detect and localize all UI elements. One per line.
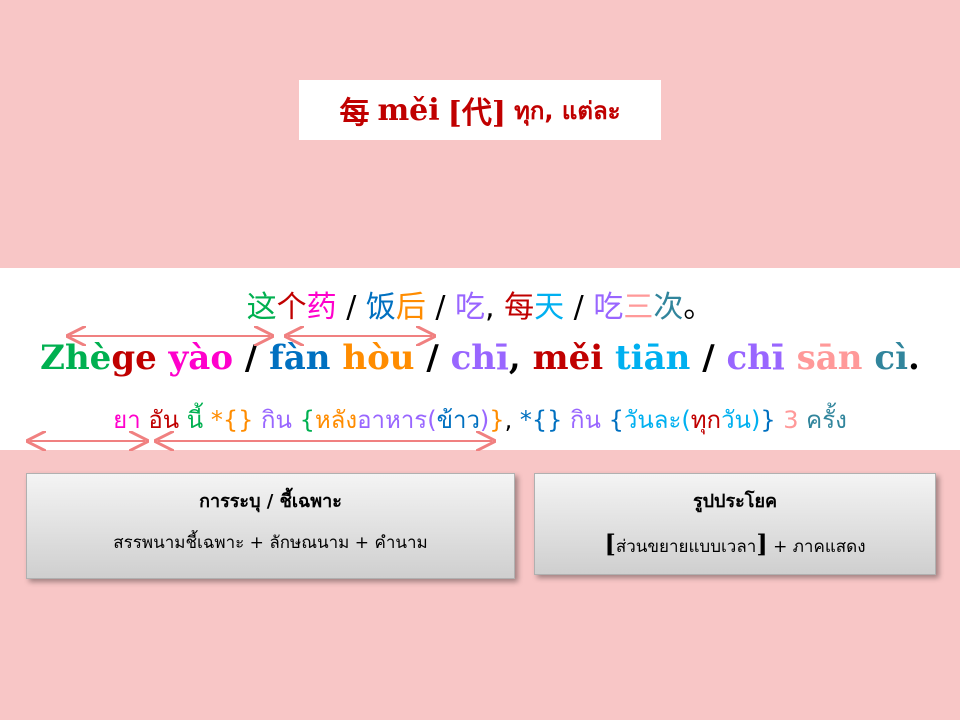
thai-segment: 3 — [783, 406, 807, 434]
thai-segment: วันละ( — [623, 406, 691, 434]
bracket-open: [ — [604, 529, 616, 558]
hanzi-segment: 次 — [653, 290, 684, 325]
box-specify-heading: การระบุ / ชี้เฉพาะ — [199, 491, 342, 512]
thai-segment: นี้ — [186, 406, 211, 434]
thai-segment: { — [608, 406, 624, 434]
box-pattern-heading: รูปประโยค — [692, 491, 778, 512]
thai-segment: ทุก — [690, 406, 722, 434]
pinyin-segment: hòu — [330, 338, 415, 378]
hanzi-segment: 这 — [246, 290, 277, 325]
thai-segment: *{} — [519, 406, 571, 434]
pinyin-segment: / — [233, 338, 270, 378]
hanzi-segment: 个 — [276, 290, 307, 325]
hanzi-segment: 三 — [623, 290, 654, 325]
box-specify: การระบุ / ชี้เฉพาะ สรรพนามชี้เฉพาะ + ลัก… — [26, 473, 515, 579]
title-pinyin: měi — [377, 92, 440, 128]
hanzi-segment: 。 — [683, 290, 714, 325]
thai-segment: กิน — [570, 406, 609, 434]
thai-segment: ข้าว — [436, 406, 480, 434]
box-specify-body: สรรพนามชี้เฉพาะ + ลักษณนาม + คำนาม — [113, 533, 428, 553]
pinyin-segment: yào — [156, 338, 234, 378]
box-pattern-tail: + ภาคแสดง — [767, 537, 866, 557]
pinyin-segment: / — [690, 338, 727, 378]
thai-translation: ยา อัน นี้ *{} กิน {หลังอาหาร(ข้าว)}, *{… — [0, 400, 960, 439]
hanzi-sentence: 这个药 / 饭后 / 吃, 每天 / 吃三次。 — [0, 282, 960, 326]
pinyin-segment: ge — [111, 338, 157, 378]
thai-segment: { — [299, 406, 315, 434]
thai-segment: } — [489, 406, 505, 434]
thai-segment: , — [504, 406, 520, 434]
box-sentence-pattern: รูปประโยค [ส่วนขยายแบบเวลา] + ภาคแสดง — [534, 473, 936, 575]
title-pos: [代] — [447, 96, 507, 131]
bracket-close: ] — [756, 529, 768, 558]
pinyin-segment: měi — [532, 338, 604, 378]
hanzi-segment: , — [485, 290, 505, 325]
thai-segment: } — [760, 406, 784, 434]
title-thai: ทุก, แต่ละ — [514, 96, 621, 125]
hanzi-segment: 饭 — [365, 290, 396, 325]
thai-segment: วัน — [721, 406, 751, 434]
thai-segment: *{} — [210, 406, 261, 434]
hanzi-segment: 天 — [534, 290, 565, 325]
hanzi-segment: 后 — [395, 290, 426, 325]
pinyin-sentence: Zhège yào / fàn hòu / chī, měi tiān / ch… — [0, 338, 960, 378]
thai-segment: อาหาร( — [357, 406, 437, 434]
pinyin-segment: sān — [784, 338, 863, 378]
hanzi-segment: / — [336, 290, 366, 325]
pinyin-segment: , — [508, 338, 533, 378]
thai-segment: ) — [479, 406, 490, 434]
pinyin-segment: chī — [450, 338, 509, 378]
title-box: 每 měi [代] ทุก, แต่ละ — [299, 80, 661, 140]
hanzi-segment: / — [425, 290, 456, 325]
pinyin-segment: tiān — [603, 338, 691, 378]
title-hanzi: 每 — [339, 96, 370, 131]
hanzi-segment: 吃 — [455, 290, 486, 325]
pinyin-segment: cì — [862, 338, 908, 378]
thai-segment: ) — [750, 406, 761, 434]
pinyin-segment: fàn — [269, 338, 331, 378]
box-pattern-modifier: ส่วนขยายแบบเวลา — [615, 537, 757, 557]
thai-segment: ครั้ง — [806, 406, 847, 434]
hanzi-segment: 每 — [504, 290, 535, 325]
thai-segment: ยา — [113, 406, 149, 434]
thai-segment: หลัง — [314, 406, 358, 434]
thai-segment: อัน — [148, 406, 187, 434]
hanzi-segment: 药 — [306, 290, 337, 325]
hanzi-segment: 吃 — [593, 290, 624, 325]
hanzi-segment: / — [564, 290, 594, 325]
pinyin-segment: chī — [726, 338, 785, 378]
pinyin-segment: . — [908, 338, 920, 378]
box-pattern-body: [ส่วนขยายแบบเวลา] + ภาคแสดง — [535, 529, 935, 560]
thai-segment: กิน — [261, 406, 300, 434]
pinyin-segment: / — [414, 338, 451, 378]
pinyin-segment: Zhè — [40, 338, 112, 378]
